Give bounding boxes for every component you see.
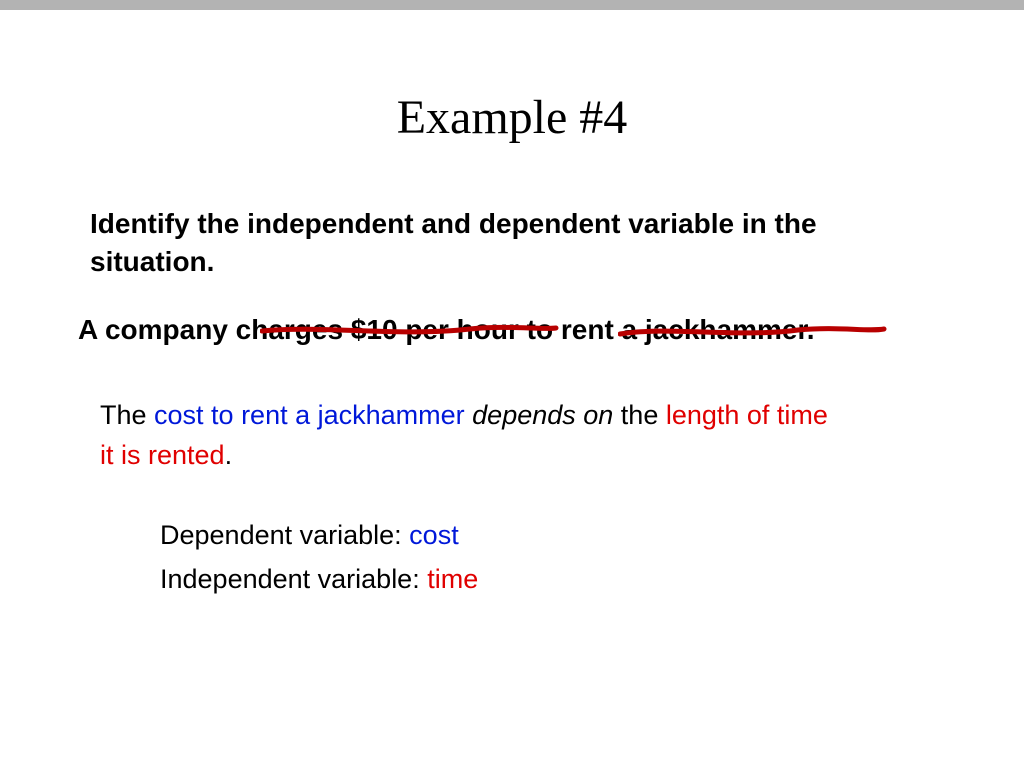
dependent-label: Dependent variable: xyxy=(160,520,409,550)
dependent-value: cost xyxy=(409,520,459,550)
dependent-row: Dependent variable: cost xyxy=(160,515,964,557)
problem-text: A company charges $10 per hour to rent a… xyxy=(78,311,904,349)
explain-mid: the xyxy=(621,400,666,430)
answers-block: Dependent variable: cost Independent var… xyxy=(160,515,964,601)
slide-title: Example #4 xyxy=(60,90,964,145)
dependent-phrase: cost to rent a jackhammer xyxy=(154,400,465,430)
slide: Example #4 Identify the independent and … xyxy=(0,10,1024,622)
independent-label: Independent variable: xyxy=(160,564,427,594)
independent-value: time xyxy=(427,564,478,594)
problem-body: A company charges $10 per hour to rent a… xyxy=(78,314,815,345)
independent-row: Independent variable: time xyxy=(160,559,964,601)
instruction-text: Identify the independent and dependent v… xyxy=(90,205,884,281)
depends-on: depends on xyxy=(465,400,621,430)
explanation-text: The cost to rent a jackhammer depends on… xyxy=(100,396,844,474)
top-bar xyxy=(0,0,1024,10)
explain-pre: The xyxy=(100,400,154,430)
explain-post: . xyxy=(225,440,233,470)
